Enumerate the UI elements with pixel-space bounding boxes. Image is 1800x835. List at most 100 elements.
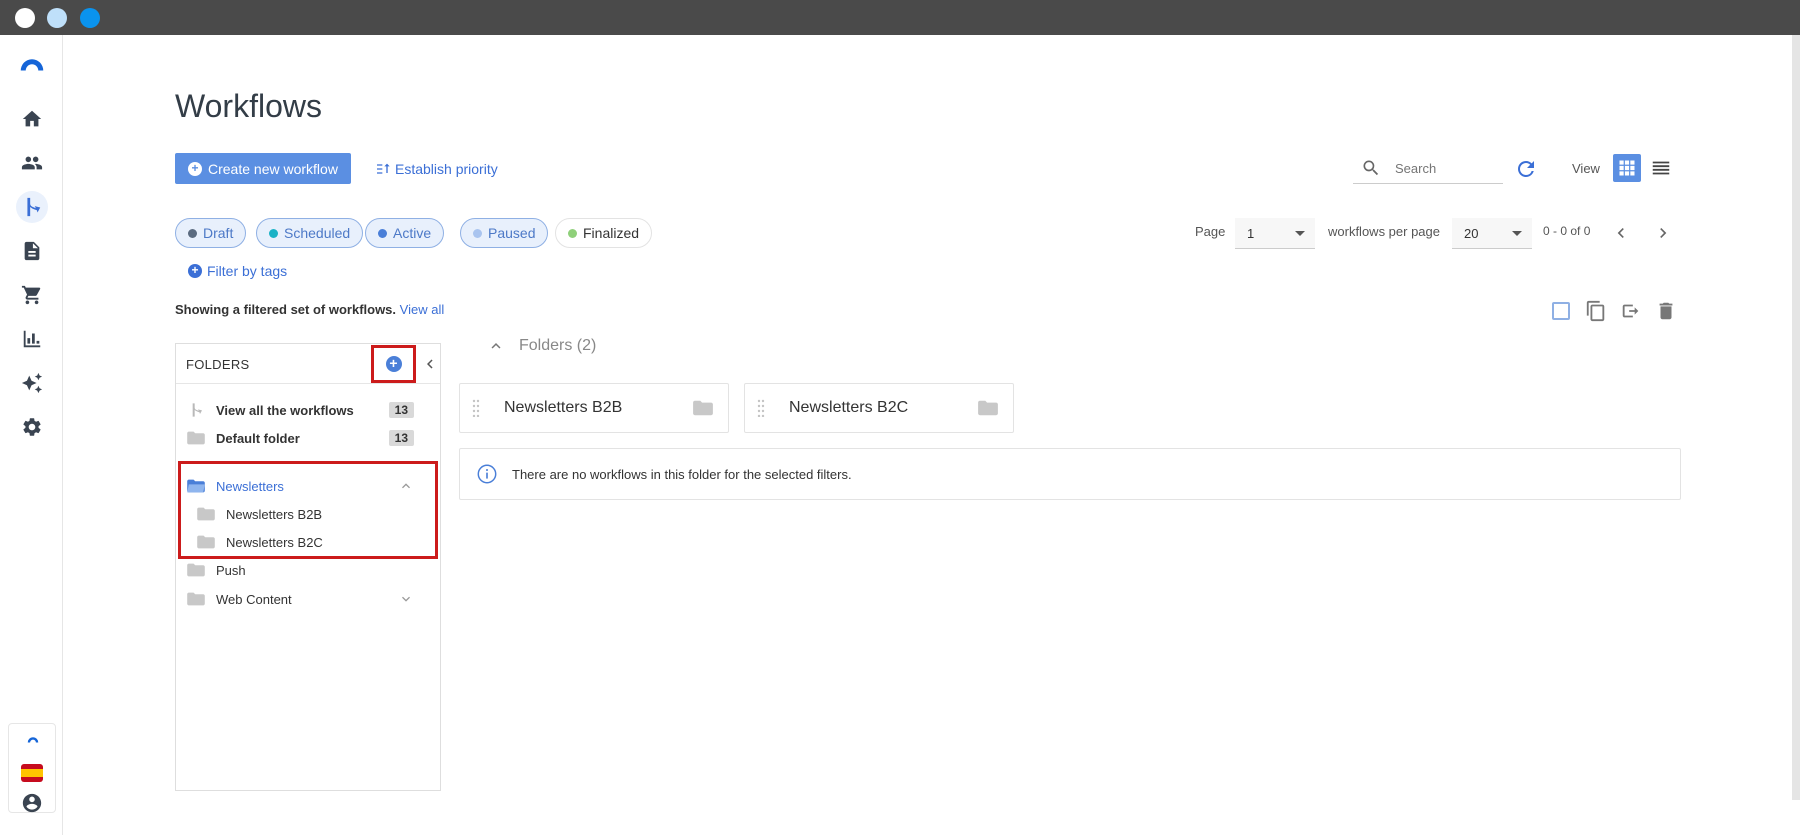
folder-item-newsletters-b2b[interactable]: Newsletters B2B xyxy=(196,502,414,526)
folder-item-label: Newsletters xyxy=(216,478,284,494)
list-view-toggle[interactable] xyxy=(1647,154,1675,182)
drag-handle-icon[interactable] xyxy=(757,399,765,417)
view-all-link[interactable]: View all xyxy=(400,302,445,317)
info-icon xyxy=(477,464,497,484)
folder-item-default[interactable]: Default folder 13 xyxy=(186,426,414,450)
select-all-checkbox[interactable] xyxy=(1549,299,1573,323)
per-page-select-value: 20 xyxy=(1464,225,1479,241)
per-page-label: workflows per page xyxy=(1328,224,1440,239)
filtered-notice-text: Showing a filtered set of workflows. xyxy=(175,302,397,317)
filter-chip-label: Draft xyxy=(203,225,234,241)
analytics-bar-icon[interactable] xyxy=(16,323,48,355)
grid-view-toggle[interactable] xyxy=(1613,154,1641,182)
cart-icon[interactable] xyxy=(16,279,48,311)
refresh-icon[interactable] xyxy=(1514,157,1538,181)
search-input[interactable] xyxy=(1395,160,1495,176)
page-select[interactable]: 1 xyxy=(1235,218,1315,249)
folder-item-web-content[interactable]: Web Content xyxy=(186,587,414,611)
collapse-panel-icon[interactable] xyxy=(421,355,437,373)
status-dot-icon xyxy=(473,228,482,238)
per-page-select[interactable]: 20 xyxy=(1452,218,1532,249)
folder-icon xyxy=(187,592,205,606)
next-page-icon[interactable] xyxy=(1653,223,1673,243)
connectif-logo-icon[interactable] xyxy=(16,47,48,79)
folder-item-label: Newsletters B2C xyxy=(226,534,323,550)
folder-count-badge: 13 xyxy=(388,430,414,446)
home-icon[interactable] xyxy=(16,103,48,135)
window-titlebar xyxy=(0,0,1800,35)
search-box[interactable] xyxy=(1353,153,1503,184)
status-dot-icon xyxy=(378,228,387,238)
window-maximize-dot[interactable] xyxy=(80,8,100,28)
view-label: View xyxy=(1572,161,1600,176)
folder-icon xyxy=(187,431,205,445)
chevron-up-icon xyxy=(491,343,501,349)
status-dot-icon xyxy=(188,228,197,238)
sidebar xyxy=(0,35,63,835)
page-label: Page xyxy=(1195,224,1226,239)
workflows-icon[interactable] xyxy=(16,191,48,223)
filter-chip-label: Active xyxy=(393,225,432,241)
folders-section-title: Folders (2) xyxy=(519,337,597,354)
empty-state-text: There are no workflows in this folder fo… xyxy=(512,466,852,482)
window-close-dot[interactable] xyxy=(15,8,35,28)
folder-icon xyxy=(187,563,205,577)
folder-count-badge: 13 xyxy=(388,402,414,418)
folder-item-newsletters[interactable]: Newsletters xyxy=(186,474,414,498)
folder-item-label: Default folder xyxy=(216,430,300,446)
folder-card-name: Newsletters B2C xyxy=(789,399,909,416)
folder-item-label: Newsletters B2B xyxy=(226,506,323,522)
filter-chip-paused[interactable]: Paused xyxy=(460,218,549,248)
folders-panel: FOLDERS + View all the workflows 13 Defa… xyxy=(175,343,441,791)
main-content: Workflows + Create new workflow Establis… xyxy=(63,35,1792,835)
establish-priority-label: Establish priority xyxy=(395,160,498,177)
filter-by-tags-link[interactable]: + Filter by tags xyxy=(188,263,287,279)
establish-priority-button[interactable]: Establish priority xyxy=(375,153,498,184)
filter-chip-active[interactable]: Active xyxy=(365,218,445,248)
duplicate-icon[interactable] xyxy=(1584,299,1608,323)
move-to-folder-icon[interactable] xyxy=(1619,299,1643,323)
workflow-branch-icon xyxy=(192,403,202,417)
window-minimize-dot[interactable] xyxy=(47,8,67,28)
create-new-workflow-label: Create new workflow xyxy=(208,160,338,177)
filter-chip-scheduled[interactable]: Scheduled xyxy=(256,218,364,248)
status-dot-icon xyxy=(269,228,278,238)
user-account-icon[interactable] xyxy=(16,787,48,819)
plus-circle-icon: + xyxy=(188,161,202,176)
folder-item-newsletters-b2c[interactable]: Newsletters B2C xyxy=(196,530,414,554)
folder-item-view-all[interactable]: View all the workflows 13 xyxy=(186,398,414,422)
filter-chip-label: Scheduled xyxy=(284,225,351,241)
prev-page-icon[interactable] xyxy=(1611,223,1631,243)
caret-down-icon xyxy=(1512,231,1522,236)
folder-item-push[interactable]: Push xyxy=(186,558,414,582)
filter-chip-finalized[interactable]: Finalized xyxy=(555,218,653,248)
caret-down-icon xyxy=(1295,231,1305,236)
add-folder-button[interactable]: + xyxy=(371,345,416,383)
folder-icon xyxy=(197,535,215,549)
folders-section-header[interactable]: Folders (2) xyxy=(487,337,596,355)
chevron-down-icon[interactable] xyxy=(398,591,414,607)
ai-sparkles-icon[interactable] xyxy=(16,367,48,399)
chevron-up-icon[interactable] xyxy=(398,478,414,494)
contacts-icon[interactable] xyxy=(16,147,48,179)
folders-title: FOLDERS xyxy=(186,357,250,372)
account-logo-icon xyxy=(27,737,39,743)
folder-card-newsletters-b2c[interactable]: Newsletters B2C xyxy=(744,383,1014,433)
priority-list-icon xyxy=(377,163,390,174)
folder-card-newsletters-b2b[interactable]: Newsletters B2B xyxy=(459,383,729,433)
filter-chip-draft[interactable]: Draft xyxy=(175,218,247,248)
plus-circle-icon: + xyxy=(188,264,202,278)
spain-flag-icon[interactable] xyxy=(21,764,43,782)
page-scrollbar[interactable] xyxy=(1792,35,1800,800)
content-document-icon[interactable] xyxy=(16,235,48,267)
drag-handle-icon[interactable] xyxy=(472,399,480,417)
settings-gear-icon[interactable] xyxy=(16,411,48,443)
delete-trash-icon[interactable] xyxy=(1654,299,1678,323)
folder-icon xyxy=(197,507,215,521)
folder-card-name: Newsletters B2B xyxy=(504,399,623,416)
list-icon xyxy=(1652,161,1670,175)
page-select-value: 1 xyxy=(1247,225,1255,241)
filter-by-tags-label: Filter by tags xyxy=(207,263,288,279)
folder-item-label: Web Content xyxy=(216,591,292,607)
create-new-workflow-button[interactable]: + Create new workflow xyxy=(175,153,351,184)
